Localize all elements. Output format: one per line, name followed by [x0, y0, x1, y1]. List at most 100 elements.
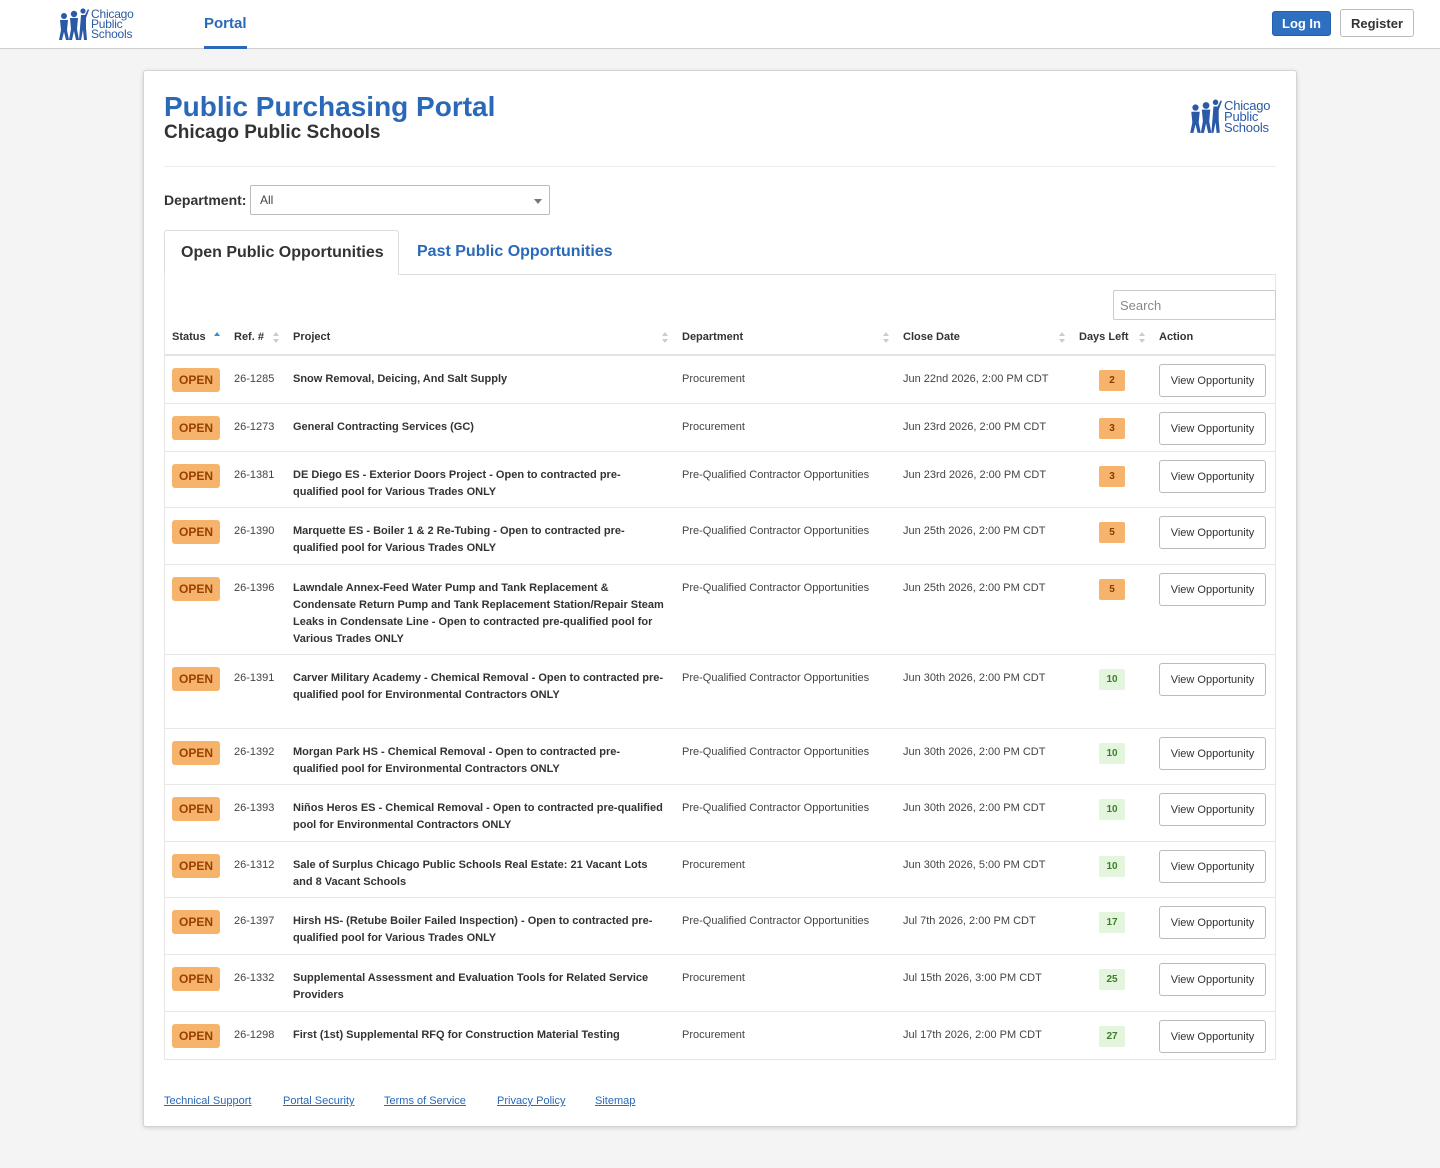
cps-logo-text: Chicago Public Schools [1224, 99, 1270, 135]
ref-number: 26-1332 [234, 972, 275, 984]
view-opportunity-button[interactable]: View Opportunity [1159, 412, 1266, 445]
view-opportunity-button[interactable]: View Opportunity [1159, 963, 1266, 996]
table-row: OPEN 26-1392 Morgan Park HS - Chemical R… [165, 729, 1275, 785]
column-header-ref[interactable]: Ref. # [234, 331, 264, 343]
ref-number: 26-1396 [234, 582, 275, 594]
status-badge: OPEN [172, 368, 220, 392]
project-title: Morgan Park HS - Chemical Removal - Open… [293, 746, 621, 775]
table-row: OPEN 26-1391 Carver Military Academy - C… [165, 655, 1275, 729]
view-opportunity-button[interactable]: View Opportunity [1159, 1020, 1266, 1053]
table-row: OPEN 26-1285 Snow Removal, Deicing, And … [165, 356, 1275, 404]
status-badge: OPEN [172, 464, 220, 488]
ref-number: 26-1298 [234, 1029, 275, 1041]
department-cell: Procurement [682, 859, 745, 871]
project-title: Hirsh HS- (Retube Boiler Failed Inspecti… [293, 915, 653, 944]
status-badge: OPEN [172, 910, 220, 934]
close-date: Jul 7th 2026, 2:00 PM CDT [903, 915, 1036, 927]
nav-portal-link[interactable]: Portal [204, 0, 247, 49]
days-left-badge: 27 [1099, 1026, 1125, 1047]
close-date: Jun 25th 2026, 2:00 PM CDT [903, 525, 1046, 537]
login-button[interactable]: Log In [1272, 11, 1331, 36]
days-left-badge: 10 [1099, 669, 1125, 690]
column-header-status[interactable]: Status [172, 331, 206, 343]
days-left-badge: 2 [1099, 370, 1125, 391]
logo-line-3: Schools [1224, 119, 1269, 135]
department-cell: Pre-Qualified Contractor Opportunities [682, 582, 870, 594]
close-date: Jun 25th 2026, 2:00 PM CDT [903, 582, 1046, 594]
view-opportunity-button[interactable]: View Opportunity [1159, 516, 1266, 549]
sort-icon[interactable] [273, 332, 280, 344]
column-header-project[interactable]: Project [293, 331, 330, 343]
department-select[interactable]: All [250, 185, 550, 215]
column-header-action: Action [1159, 331, 1194, 343]
project-title: Niños Heros ES - Chemical Removal - Open… [293, 802, 663, 831]
page-subtitle: Chicago Public Schools [164, 122, 381, 143]
search-input[interactable] [1113, 290, 1276, 320]
table-row: OPEN 26-1397 Hirsh HS- (Retube Boiler Fa… [165, 898, 1275, 955]
footer-link-portal-security[interactable]: Portal Security [283, 1095, 355, 1107]
column-header-days-left[interactable]: Days Left [1079, 331, 1129, 343]
department-cell: Pre-Qualified Contractor Opportunities [682, 672, 870, 684]
view-opportunity-button[interactable]: View Opportunity [1159, 793, 1266, 826]
status-badge: OPEN [172, 854, 220, 878]
cps-logo-icon [59, 8, 89, 40]
department-cell: Pre-Qualified Contractor Opportunities [682, 802, 870, 814]
view-opportunity-button[interactable]: View Opportunity [1159, 460, 1266, 493]
ref-number: 26-1392 [234, 746, 275, 758]
view-opportunity-button[interactable]: View Opportunity [1159, 850, 1266, 883]
view-opportunity-button[interactable]: View Opportunity [1159, 906, 1266, 939]
view-opportunity-button[interactable]: View Opportunity [1159, 663, 1266, 696]
sort-icon[interactable] [883, 332, 890, 344]
sort-icon[interactable] [662, 332, 669, 344]
column-header-department[interactable]: Department [682, 331, 743, 343]
status-badge: OPEN [172, 520, 220, 544]
footer-link-sitemap[interactable]: Sitemap [595, 1095, 635, 1107]
project-title: Supplemental Assessment and Evaluation T… [293, 972, 649, 1001]
department-cell: Pre-Qualified Contractor Opportunities [682, 469, 870, 481]
table-row: OPEN 26-1298 First (1st) Supplemental RF… [165, 1012, 1275, 1059]
department-cell: Procurement [682, 373, 745, 385]
view-opportunity-button[interactable]: View Opportunity [1159, 364, 1266, 397]
project-title: General Contracting Services (GC) [293, 421, 474, 433]
page-title: Public Purchasing Portal [164, 91, 496, 122]
sort-ascending-icon[interactable] [214, 332, 221, 344]
cps-logo-icon [1190, 99, 1222, 133]
project-title: Carver Military Academy - Chemical Remov… [293, 672, 664, 701]
close-date: Jun 23rd 2026, 2:00 PM CDT [903, 469, 1047, 481]
register-button[interactable]: Register [1340, 9, 1414, 37]
cps-logo[interactable]: Chicago Public Schools [55, 6, 134, 42]
view-opportunity-button[interactable]: View Opportunity [1159, 573, 1266, 606]
ref-number: 26-1393 [234, 802, 275, 814]
close-date: Jul 17th 2026, 2:00 PM CDT [903, 1029, 1042, 1041]
days-left-badge: 5 [1099, 522, 1125, 543]
ref-number: 26-1273 [234, 421, 275, 433]
view-opportunity-button[interactable]: View Opportunity [1159, 737, 1266, 770]
table-row: OPEN 26-1381 DE Diego ES - Exterior Door… [165, 452, 1275, 508]
tab-past-opportunities[interactable]: Past Public Opportunities [417, 230, 613, 275]
footer-link-terms-of-service[interactable]: Terms of Service [384, 1095, 466, 1107]
status-badge: OPEN [172, 667, 220, 691]
department-cell: Pre-Qualified Contractor Opportunities [682, 746, 870, 758]
ref-number: 26-1312 [234, 859, 275, 871]
sort-icon[interactable] [1059, 332, 1066, 344]
tab-open-opportunities[interactable]: Open Public Opportunities [164, 230, 399, 275]
ref-number: 26-1381 [234, 469, 275, 481]
department-cell: Pre-Qualified Contractor Opportunities [682, 915, 870, 927]
days-left-badge: 17 [1099, 912, 1125, 933]
close-date: Jul 15th 2026, 3:00 PM CDT [903, 972, 1042, 984]
table-row: OPEN 26-1393 Niños Heros ES - Chemical R… [165, 785, 1275, 842]
footer-link-technical-support[interactable]: Technical Support [164, 1095, 251, 1107]
ref-number: 26-1391 [234, 672, 275, 684]
column-header-close-date[interactable]: Close Date [903, 331, 960, 343]
close-date: Jun 30th 2026, 5:00 PM CDT [903, 859, 1046, 871]
cps-logo-text: Chicago Public Schools [91, 8, 134, 40]
sort-icon[interactable] [1139, 332, 1146, 344]
status-badge: OPEN [172, 577, 220, 601]
days-left-badge: 5 [1099, 579, 1125, 600]
department-select-value: All [260, 193, 274, 207]
footer-link-privacy-policy[interactable]: Privacy Policy [497, 1095, 565, 1107]
days-left-badge: 10 [1099, 856, 1125, 877]
top-navbar: Chicago Public Schools Portal Log In Reg… [0, 0, 1440, 49]
table-row: OPEN 26-1396 Lawndale Annex-Feed Water P… [165, 565, 1275, 655]
project-title: Snow Removal, Deicing, And Salt Supply [293, 373, 508, 385]
